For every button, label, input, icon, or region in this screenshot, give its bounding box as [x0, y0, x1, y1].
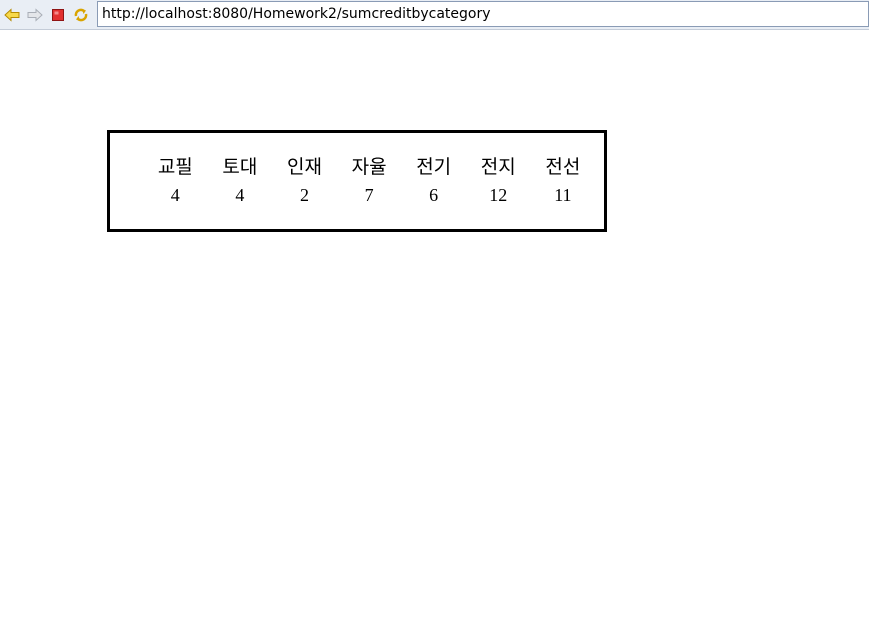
- credit-value-cell: 4: [170, 185, 180, 205]
- forward-arrow-icon: [27, 8, 43, 22]
- url-address-bar[interactable]: http://localhost:8080/Homework2/sumcredi…: [97, 1, 869, 27]
- credit-value-cell: 7: [364, 185, 374, 205]
- stop-icon: [52, 9, 64, 21]
- credit-value-cell: 6: [429, 185, 439, 205]
- category-header: 전지: [480, 156, 516, 178]
- category-header: 교필: [157, 156, 193, 178]
- refresh-button[interactable]: [72, 6, 90, 24]
- credit-value-cell: 2: [299, 185, 309, 205]
- category-header: 자율: [351, 156, 387, 178]
- credit-summary-table: 교필 토대 인재 자율 전기 전지 전선 4 4 2 7 6 12 11: [107, 130, 607, 232]
- back-button[interactable]: [3, 6, 21, 24]
- back-arrow-icon: [4, 8, 20, 22]
- page-content: 교필 토대 인재 자율 전기 전지 전선 4 4 2 7 6 12 11: [0, 31, 869, 636]
- refresh-icon: [74, 8, 88, 22]
- stop-button[interactable]: [49, 6, 67, 24]
- category-header: 인재: [287, 156, 322, 178]
- browser-toolbar: http://localhost:8080/Homework2/sumcredi…: [0, 0, 869, 30]
- header-row: 교필 토대 인재 자율 전기 전지 전선: [143, 152, 595, 182]
- forward-button[interactable]: [26, 6, 44, 24]
- category-header: 전기: [416, 156, 452, 178]
- credit-value-cell: 12: [489, 185, 508, 205]
- credit-value-row: 4 4 2 7 6 12 11: [143, 182, 595, 208]
- category-header: 전선: [545, 156, 581, 178]
- category-header: 토대: [222, 156, 258, 178]
- credit-value-cell: 4: [235, 185, 245, 205]
- credit-value-cell: 11: [554, 185, 572, 205]
